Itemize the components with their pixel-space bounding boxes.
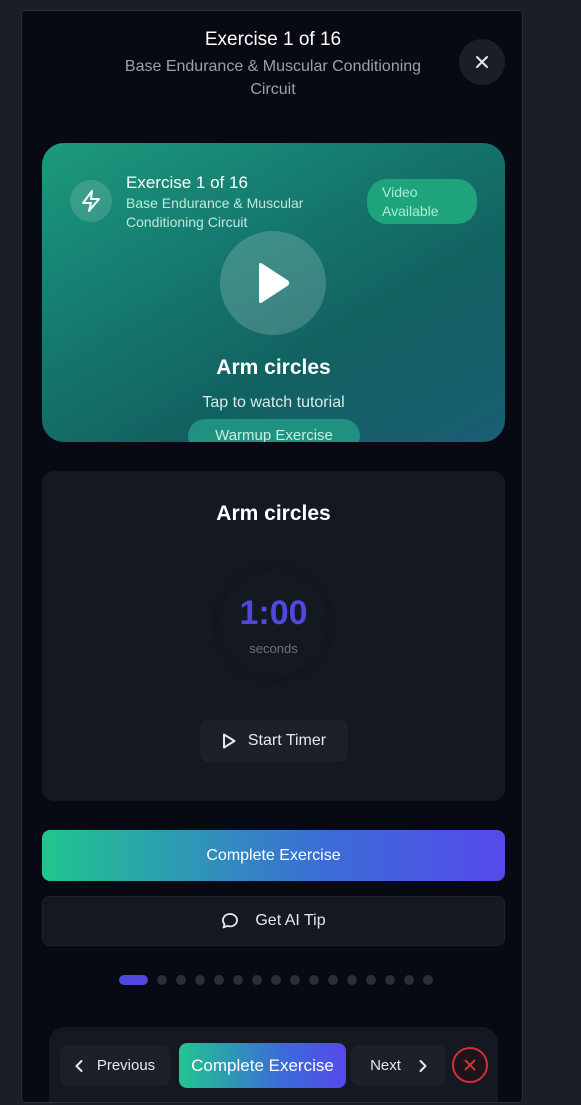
progress-dot — [290, 975, 300, 985]
timer-card: Arm circles 1:00 seconds Start Timer — [42, 471, 505, 801]
progress-dot — [347, 975, 357, 985]
progress-dots — [119, 975, 433, 985]
hero-workout-name: Base Endurance & Muscular Conditioning C… — [126, 195, 304, 230]
play-icon — [255, 262, 291, 304]
chat-bubble-icon — [221, 912, 239, 930]
progress-dot — [252, 975, 262, 985]
play-tutorial-button[interactable] — [220, 231, 326, 335]
exercise-modal: Exercise 1 of 16 Base Endurance & Muscul… — [21, 10, 523, 1103]
chevron-right-icon — [419, 1059, 427, 1072]
progress-dot — [176, 975, 186, 985]
tap-to-watch-text: Tap to watch tutorial — [202, 394, 345, 411]
category-badge: Warmup Exercise — [188, 419, 360, 442]
get-ai-tip-label: Get AI Tip — [255, 912, 326, 929]
bottom-navigation: Previous Complete Exercise Next — [49, 1027, 498, 1102]
exit-x-icon — [464, 1059, 476, 1071]
hero-exercise-name: Arm circles — [216, 356, 331, 379]
lightning-bolt-icon — [70, 180, 112, 222]
progress-dot — [385, 975, 395, 985]
close-button[interactable] — [459, 39, 505, 85]
previous-label: Previous — [96, 1057, 156, 1074]
bottom-complete-exercise-button[interactable]: Complete Exercise — [179, 1043, 346, 1088]
progress-dot — [233, 975, 243, 985]
progress-dot — [423, 975, 433, 985]
timer-unit: seconds — [249, 641, 298, 656]
video-available-badge: Video Available — [367, 179, 477, 224]
hero-exercise-counter: Exercise 1 of 16 — [126, 173, 248, 192]
chevron-left-icon — [75, 1059, 83, 1072]
progress-dot — [214, 975, 224, 985]
progress-dot — [157, 975, 167, 985]
modal-subtitle: Base Endurance & Muscular Conditioning C… — [124, 58, 422, 98]
start-timer-label: Start Timer — [247, 732, 327, 749]
progress-dot — [328, 975, 338, 985]
progress-dot — [195, 975, 205, 985]
timer-value: 1:00 — [239, 594, 308, 632]
previous-button[interactable]: Previous — [60, 1045, 170, 1086]
next-button[interactable]: Next — [351, 1045, 446, 1086]
progress-dot — [271, 975, 281, 985]
modal-title: Exercise 1 of 16 — [204, 29, 342, 50]
next-label: Next — [370, 1057, 401, 1074]
progress-dot — [366, 975, 376, 985]
complete-exercise-button[interactable]: Complete Exercise — [42, 830, 505, 881]
start-timer-button[interactable]: Start Timer — [200, 720, 348, 762]
exit-workout-button[interactable] — [452, 1047, 488, 1083]
progress-dot-active — [119, 975, 148, 985]
progress-dot — [404, 975, 414, 985]
close-icon — [475, 55, 489, 69]
video-tutorial-card[interactable]: Exercise 1 of 16 Base Endurance & Muscul… — [42, 143, 505, 442]
timer-exercise-name: Arm circles — [216, 502, 331, 525]
play-outline-icon — [222, 733, 236, 749]
progress-dot — [309, 975, 319, 985]
get-ai-tip-button[interactable]: Get AI Tip — [42, 896, 505, 946]
